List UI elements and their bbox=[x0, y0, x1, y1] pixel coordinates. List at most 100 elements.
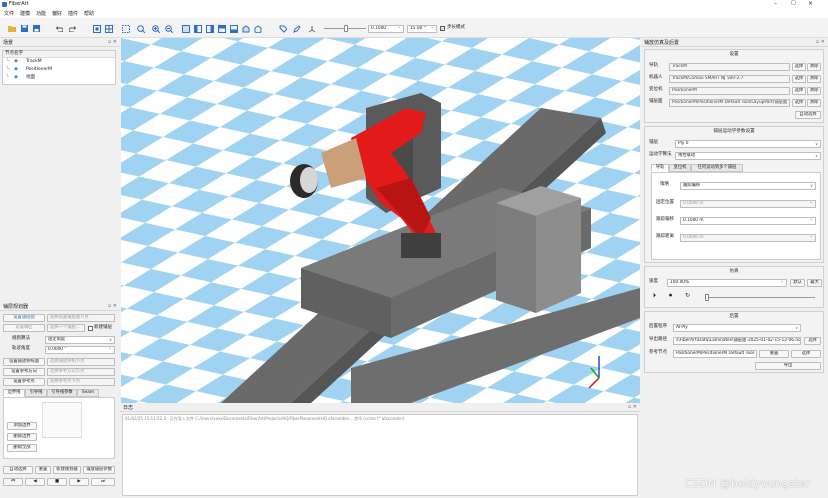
set-layup-field[interactable]: 选择设置铺层面节点 bbox=[47, 314, 115, 322]
step-slider-handle[interactable] bbox=[344, 25, 348, 32]
zoom-out-icon[interactable] bbox=[164, 24, 173, 33]
tab-boundary[interactable]: 边界线 bbox=[3, 389, 25, 397]
spin-icon[interactable]: ⌃ bbox=[109, 347, 112, 353]
track-clear-button[interactable]: 清除 bbox=[807, 63, 821, 71]
robot-select-button[interactable]: 选择 bbox=[792, 75, 806, 83]
spin-icon[interactable]: ⌃ bbox=[810, 218, 813, 224]
set-layup-button[interactable]: 设置铺层面 bbox=[3, 314, 45, 322]
step-length-input[interactable]: 0.1000 ⌃ bbox=[368, 25, 404, 33]
panel-close-icon[interactable]: ▫ ✕ bbox=[108, 303, 117, 309]
export-button[interactable]: 导出 bbox=[755, 362, 821, 370]
track-distance-input[interactable]: 0.0000 m ⌃ bbox=[680, 234, 816, 242]
kinematics-select[interactable]: 线性联动 ∨ bbox=[675, 152, 821, 160]
post-program-select[interactable]: AFPly ∨ bbox=[673, 324, 801, 332]
tab-track[interactable]: 导轨 bbox=[651, 164, 669, 172]
spin-icon[interactable]: ⌃ bbox=[398, 26, 401, 32]
simulation-progress-slider[interactable] bbox=[705, 294, 815, 301]
save-as-icon[interactable] bbox=[32, 24, 41, 33]
spin-icon[interactable]: ⌃ bbox=[810, 235, 813, 241]
set-reference-point-button[interactable]: 设置参考点 bbox=[3, 378, 45, 386]
delete-boundary-button[interactable]: 删除边界 bbox=[7, 433, 37, 441]
3d-scene[interactable] bbox=[121, 38, 640, 403]
boundary-list[interactable] bbox=[42, 402, 82, 438]
reference-reset-button[interactable]: 重置 bbox=[759, 350, 789, 358]
tab-multi-ply-motion[interactable]: 任何运动到多个铺层 bbox=[691, 164, 743, 172]
speed-input[interactable]: 100.00% ⌃ bbox=[667, 279, 787, 287]
view-back-icon[interactable] bbox=[193, 24, 202, 33]
grid-icon[interactable] bbox=[104, 24, 113, 33]
reference-direction-field[interactable]: 选择参考方向节点 bbox=[47, 368, 115, 376]
positioner-select-button[interactable]: 选择 bbox=[792, 87, 806, 95]
stop-button[interactable]: ■ bbox=[47, 478, 67, 486]
tree-item[interactable]: └› ◉ PositionerM bbox=[6, 67, 106, 74]
rule-algorithm-select[interactable]: 固定角度 ∨ bbox=[45, 336, 115, 344]
menu-plugin[interactable]: 插件 bbox=[68, 10, 78, 17]
last-step-button[interactable]: ⏭ bbox=[91, 478, 115, 486]
reference-select-button[interactable]: 选择 bbox=[791, 350, 821, 358]
stop-circle-icon[interactable]: ⏺ bbox=[669, 293, 672, 299]
open-folder-icon[interactable] bbox=[7, 24, 16, 33]
tab-guide-line[interactable]: 引导线 bbox=[25, 389, 47, 397]
close-icon[interactable]: × bbox=[808, 0, 813, 7]
play-icon[interactable]: ⏵ bbox=[653, 293, 656, 299]
tab-positioner[interactable]: 变位机 bbox=[669, 164, 691, 172]
angle-step-input[interactable]: 15.00 ° ⌃ bbox=[407, 25, 437, 33]
3d-viewport[interactable] bbox=[121, 38, 640, 403]
view-bottom-icon[interactable] bbox=[241, 24, 250, 33]
track-angle-input[interactable]: 0.0000 ° ⌃ bbox=[45, 346, 115, 354]
step-slider[interactable] bbox=[324, 25, 366, 32]
tree-item[interactable]: └ ◉ 地面 bbox=[6, 75, 106, 82]
new-planner-button[interactable]: 新建规划器 bbox=[53, 466, 81, 474]
menu-help[interactable]: 帮助 bbox=[84, 10, 94, 17]
view-iso-icon[interactable] bbox=[253, 24, 262, 33]
zoom-in-icon[interactable] bbox=[151, 24, 160, 33]
menu-file[interactable]: 文件 bbox=[4, 10, 14, 17]
reference-node-input[interactable]: PositionerM/PositionerM Default Tool bbox=[673, 350, 757, 358]
max-speed-button[interactable]: 最大 bbox=[807, 279, 822, 287]
menu-function[interactable]: 功能 bbox=[36, 10, 46, 17]
new-layup-checkbox[interactable] bbox=[88, 326, 93, 331]
track-offset-input[interactable]: 0.1000 m ⌃ bbox=[680, 217, 816, 225]
layup-surface-clear-button[interactable]: 清除 bbox=[807, 99, 821, 107]
zoom-fit-icon[interactable] bbox=[136, 24, 145, 33]
set-reference-direction-button[interactable]: 设置参考方向 bbox=[3, 368, 45, 376]
first-step-button[interactable]: ⏮ bbox=[3, 478, 23, 486]
maximize-icon[interactable]: □ bbox=[791, 0, 796, 6]
fixed-position-input[interactable]: 0.0000 m ⌃ bbox=[680, 200, 816, 208]
layup-surface-field[interactable]: PositionerM/PositionerM Default Tool/Lay… bbox=[669, 99, 790, 107]
strategy-select[interactable]: 跟踪偏移 ∨ bbox=[680, 182, 816, 190]
spin-icon[interactable]: ⌃ bbox=[810, 201, 813, 207]
next-step-button[interactable]: ▶ bbox=[69, 478, 89, 486]
tag-icon[interactable] bbox=[278, 24, 287, 33]
view-left-icon[interactable] bbox=[205, 24, 214, 33]
menu-preference[interactable]: 偏好 bbox=[52, 10, 62, 17]
set-reference-surface-button[interactable]: 设置铺放参照面 bbox=[3, 358, 45, 366]
panel-close-icon[interactable]: ▫ ✕ bbox=[108, 39, 117, 45]
track-field[interactable]: TrackM bbox=[669, 63, 790, 71]
prev-step-button[interactable]: ◀ bbox=[25, 478, 45, 486]
tab-guide-params[interactable]: 引导线参数 bbox=[47, 389, 77, 397]
simulation-progress-handle[interactable] bbox=[705, 294, 709, 301]
positioner-clear-button[interactable]: 清除 bbox=[807, 87, 821, 95]
tree-item[interactable]: └› ◉ TrackM bbox=[6, 59, 106, 66]
step-mode-checkbox[interactable]: ✓ bbox=[440, 26, 445, 31]
positioner-field[interactable]: PositionerM bbox=[669, 87, 790, 95]
spin-icon[interactable]: ⌃ bbox=[431, 26, 434, 32]
track-select-button[interactable]: 选择 bbox=[792, 63, 806, 71]
fit-view-icon[interactable] bbox=[92, 24, 101, 33]
zoom-box-icon[interactable] bbox=[121, 24, 130, 33]
replay-icon[interactable]: ↻ bbox=[685, 293, 690, 299]
auto-select-button[interactable]: 自动选择 bbox=[3, 466, 33, 474]
redo-icon[interactable] bbox=[68, 24, 77, 33]
reference-surface-field[interactable]: 选择铺放参照节点 bbox=[47, 358, 115, 366]
export-path-input[interactable]: s\FiberArt\Data\Laminates\铺层面-2025-01-02… bbox=[673, 337, 801, 345]
auto-select-button[interactable]: 自动选择 bbox=[795, 111, 821, 119]
visibility-eye-icon[interactable]: ◉ bbox=[14, 67, 18, 73]
tab-seam[interactable]: Seam bbox=[77, 389, 99, 397]
set-fill-field[interactable]: 选择一个铺层... bbox=[47, 324, 85, 332]
menu-model[interactable]: 建模 bbox=[20, 10, 30, 17]
visibility-eye-icon[interactable]: ◉ bbox=[14, 59, 18, 65]
view-top-icon[interactable] bbox=[229, 24, 238, 33]
robot-field[interactable]: TrackM/Comau SMART NJ 500-2.7 bbox=[669, 75, 790, 83]
spin-icon[interactable]: ⌃ bbox=[781, 280, 784, 286]
